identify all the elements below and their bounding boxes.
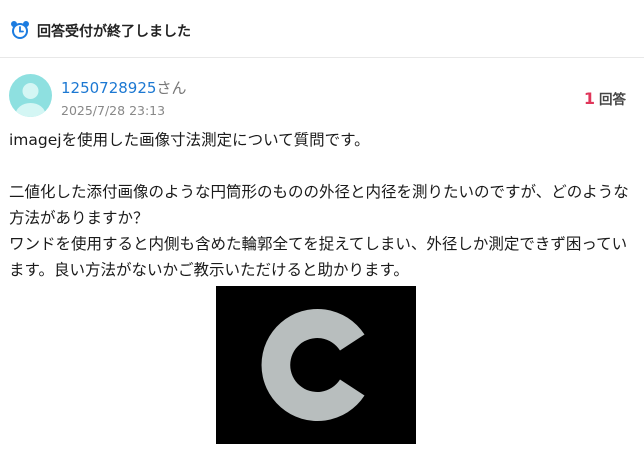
question-line: 二値化した添付画像のような円筒形のものの外径と内径を測りたいのですが、どのような… [9,183,629,227]
status-bar: 回答受付が終了しました [0,0,644,58]
username-link[interactable]: 1250728925 [61,79,156,97]
alarm-clock-icon [11,21,29,39]
answer-count[interactable]: 1 回答 [584,88,626,108]
ring-image [216,286,416,444]
status-text: 回答受付が終了しました [37,24,191,40]
question-line: ワンドを使用すると内側も含めた輪郭全てを捉えてしまい、外径しか測定できず困ってい… [9,235,628,279]
attached-image[interactable] [216,286,416,444]
post-date: 2025/7/28 23:13 [61,103,166,118]
answer-count-number: 1 [583,89,595,108]
answer-count-label: 回答 [599,92,626,108]
user-name[interactable]: 1250728925さん [61,77,186,98]
avatar[interactable] [9,74,52,117]
question-line: imagejを使用した画像寸法測定について質問です。 [9,131,370,149]
default-avatar-icon [9,74,52,117]
question-body: imagejを使用した画像寸法測定について質問です。 二値化した添付画像のような… [9,127,633,283]
honorific: さん [156,79,187,97]
